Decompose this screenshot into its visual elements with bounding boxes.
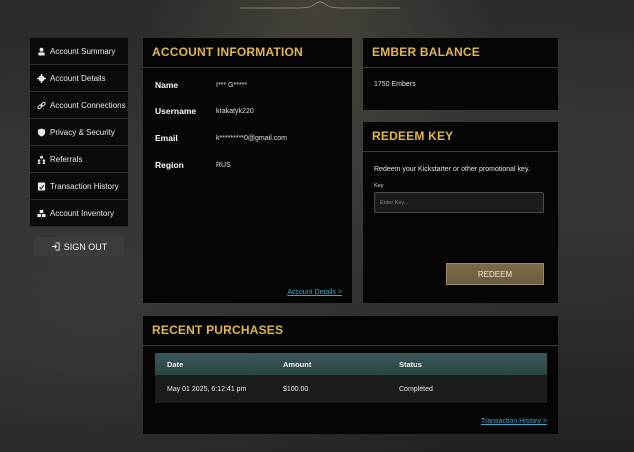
email-label: Email xyxy=(155,133,178,143)
sidebar-item-account-inventory[interactable]: Account Inventory xyxy=(30,200,128,227)
column-header-amount: Amount xyxy=(283,359,312,369)
region-value: RUS xyxy=(216,161,231,169)
sidebar-item-label: Account Summary xyxy=(50,46,116,56)
username-value: krakatyk220 xyxy=(216,107,254,115)
sidebar-item-account-connections[interactable]: Account Connections xyxy=(30,92,128,119)
shield-icon xyxy=(36,127,46,137)
account-sidebar: Account Summary Account Details Account … xyxy=(30,38,128,256)
key-input[interactable] xyxy=(374,192,544,213)
table-row: May 01 2025, 6:12:41 pm $100.00 Complete… xyxy=(155,375,547,403)
email-row: Email k*********0@gmail.com xyxy=(155,131,287,145)
email-value: k*********0@gmail.com xyxy=(216,134,287,142)
sign-out-icon xyxy=(51,242,60,251)
username-row: Username krakatyk220 xyxy=(155,104,254,118)
account-details-link[interactable]: Account Details > xyxy=(287,289,342,296)
sidebar-item-account-summary[interactable]: Account Summary xyxy=(30,38,128,65)
link-icon xyxy=(36,100,46,110)
sidebar-item-privacy-security[interactable]: Privacy & Security xyxy=(30,119,128,146)
boxes-icon xyxy=(36,208,46,218)
key-label: Key xyxy=(374,183,384,189)
recent-purchases-title: RECENT PURCHASES xyxy=(143,316,558,346)
ember-balance-panel: EMBER BALANCE 1750 Embers xyxy=(363,38,558,110)
sidebar-item-label: Account Connections xyxy=(50,100,126,110)
sidebar-item-transaction-history[interactable]: Transaction History xyxy=(30,173,128,200)
ember-balance-value: 1750 Embers xyxy=(374,81,416,88)
user-icon xyxy=(36,46,46,56)
table-header: Date Amount Status xyxy=(155,353,547,375)
header-ornament xyxy=(240,1,400,9)
account-information-title: ACCOUNT INFORMATION xyxy=(143,38,352,68)
name-value: I*** G***** xyxy=(216,81,248,89)
gear-icon xyxy=(36,73,46,83)
recent-purchases-panel: RECENT PURCHASES Date Amount Status May … xyxy=(143,316,558,434)
sidebar-item-label: Privacy & Security xyxy=(50,127,115,137)
username-label: Username xyxy=(155,106,197,116)
name-label: Name xyxy=(155,80,179,90)
region-label: Region xyxy=(155,160,184,170)
redeem-button[interactable]: REDEEM xyxy=(446,263,544,285)
purchase-date: May 01 2025, 6:12:41 pm xyxy=(167,385,247,393)
transaction-history-link[interactable]: Transaction History > xyxy=(481,418,547,425)
sign-out-button[interactable]: SIGN OUT xyxy=(34,237,124,256)
sidebar-item-label: Referrals xyxy=(50,154,83,164)
column-header-date: Date xyxy=(167,359,184,369)
users-icon xyxy=(36,154,46,164)
redeem-description: Redeem your Kickstarter or other promoti… xyxy=(374,166,530,173)
account-information-panel: ACCOUNT INFORMATION Name I*** G***** Use… xyxy=(143,38,352,303)
region-row: Region RUS xyxy=(155,158,231,172)
sign-out-label: SIGN OUT xyxy=(63,241,108,252)
name-row: Name I*** G***** xyxy=(155,78,247,92)
purchases-table: Date Amount Status May 01 2025, 6:12:41 … xyxy=(155,353,547,403)
sidebar-item-referrals[interactable]: Referrals xyxy=(30,146,128,173)
sidebar-item-account-details[interactable]: Account Details xyxy=(30,65,128,92)
column-header-status: Status xyxy=(399,359,422,369)
ember-balance-title: EMBER BALANCE xyxy=(363,38,558,68)
redeem-key-panel: REDEEM KEY Redeem your Kickstarter or ot… xyxy=(363,122,558,303)
sidebar-item-label: Transaction History xyxy=(50,181,119,191)
redeem-key-title: REDEEM KEY xyxy=(363,122,558,152)
purchase-status: Completed xyxy=(399,385,433,393)
purchase-amount: $100.00 xyxy=(283,385,309,393)
sidebar-item-label: Account Inventory xyxy=(50,208,115,218)
receipt-icon xyxy=(36,181,46,191)
sidebar-item-label: Account Details xyxy=(50,73,106,83)
